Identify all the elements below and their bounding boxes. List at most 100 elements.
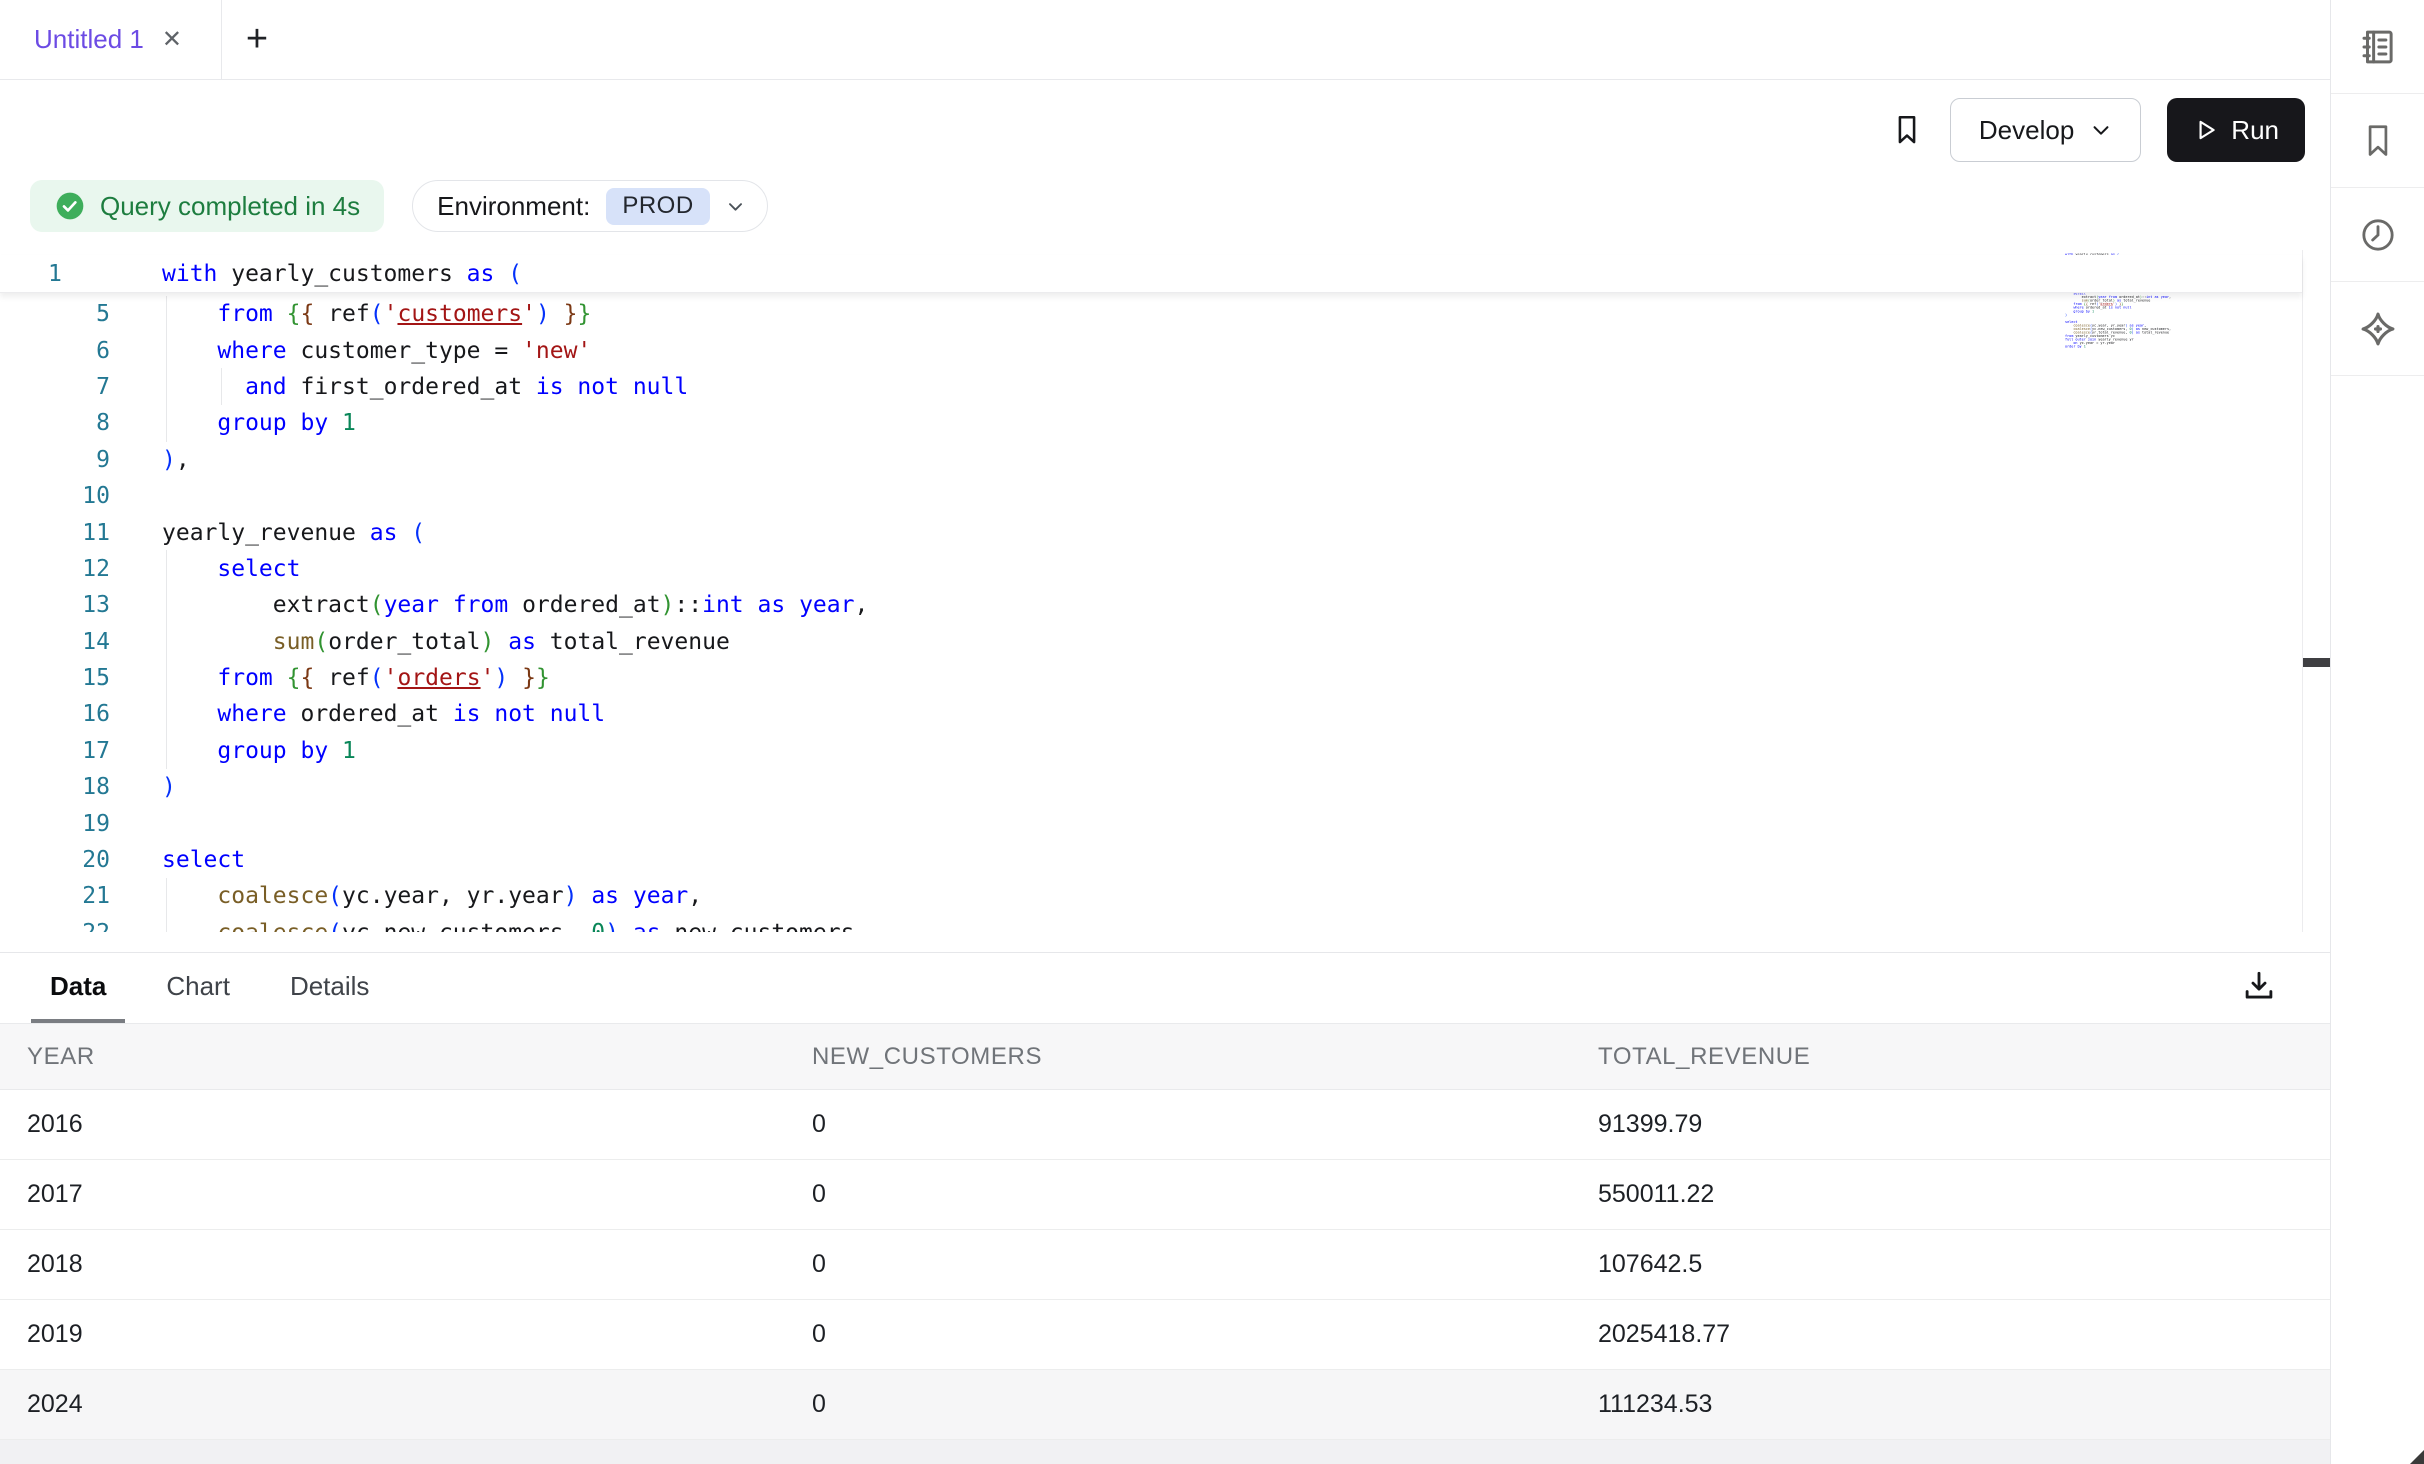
line-number: 15 [0, 665, 110, 691]
code-line[interactable]: 19 [0, 805, 2330, 841]
line-number: 20 [0, 847, 110, 873]
table-row: 20170550011.22 [0, 1160, 2330, 1230]
line-number: 9 [0, 447, 110, 473]
editor-scrollbar-track[interactable] [2302, 250, 2330, 932]
history-icon [2358, 215, 2398, 255]
table-row: 20180107642.5 [0, 1230, 2330, 1300]
code-line[interactable]: 18) [0, 769, 2330, 805]
results-table-body: 2016091399.7920170550011.2220180107642.5… [0, 1090, 2330, 1440]
table-cell: 2018 [0, 1250, 785, 1279]
line-number: 18 [0, 774, 110, 800]
code-line[interactable]: 11yearly_revenue as ( [0, 514, 2330, 550]
environment-select[interactable]: Environment: PROD [412, 180, 768, 232]
line-number: 5 [0, 301, 110, 327]
rail-bookmark-button[interactable] [2331, 94, 2424, 188]
line-number: 7 [0, 374, 110, 400]
table-cell: 2017 [0, 1180, 785, 1209]
column-header: NEW_CUSTOMERS [785, 1043, 1571, 1071]
code-line[interactable]: 8 group by 1 [0, 405, 2330, 441]
chevron-down-icon [726, 197, 745, 216]
rail-spacer [2331, 376, 2424, 1464]
code-line[interactable]: 14 sum(order_total) as total_revenue [0, 624, 2330, 660]
line-number: 6 [0, 338, 110, 364]
rail-history-button[interactable] [2331, 188, 2424, 282]
download-results-button[interactable] [2240, 967, 2278, 1005]
check-circle-icon [54, 190, 86, 222]
query-status-badge: Query completed in 4s [30, 180, 384, 232]
code-line[interactable]: 9), [0, 442, 2330, 478]
table-cell: 2024 [0, 1390, 785, 1419]
line-number: 16 [0, 701, 110, 727]
indent-guide [166, 550, 167, 769]
bookmark-button[interactable] [1890, 113, 1924, 147]
tab-data[interactable]: Data [31, 953, 125, 1023]
table-cell: 0 [785, 1320, 1571, 1349]
indent-guide [166, 296, 167, 442]
run-label: Run [2231, 115, 2279, 146]
code-line[interactable]: 21 coalesce(yc.year, yr.year) as year, [0, 878, 2330, 914]
table-row: 20240111234.53 [0, 1370, 2330, 1440]
line-number: 22 [0, 920, 110, 932]
table-cell: 0 [785, 1250, 1571, 1279]
rail-notebook-button[interactable] [2331, 0, 2424, 94]
run-button[interactable]: Run [2167, 98, 2305, 162]
code-line[interactable]: 13 extract(year from ordered_at)::int as… [0, 587, 2330, 623]
bookmark-icon [1890, 113, 1924, 147]
table-cell: 107642.5 [1571, 1250, 2330, 1279]
code-line[interactable]: 5 from {{ ref('customers') }} [0, 296, 2330, 332]
tab-untitled-1[interactable]: Untitled 1 ✕ [0, 0, 222, 79]
code-line[interactable]: 12 select [0, 551, 2330, 587]
line-number: 1 [0, 261, 110, 287]
minimap[interactable]: with yearly_customers as ( select extrac… [2065, 253, 2215, 813]
table-cell: 2025418.77 [1571, 1320, 2330, 1349]
tab-chart[interactable]: Chart [147, 953, 249, 1023]
code-line[interactable]: 16 where ordered_at is not null [0, 696, 2330, 732]
close-icon[interactable]: ✕ [158, 24, 186, 56]
code-line[interactable]: 6 where customer_type = 'new' [0, 332, 2330, 368]
line-number: 13 [0, 592, 110, 618]
environment-label: Environment: [437, 191, 590, 222]
table-row: 2016091399.79 [0, 1090, 2330, 1160]
play-icon [2193, 117, 2219, 143]
code-line[interactable]: 10 [0, 478, 2330, 514]
table-cell: 550011.22 [1571, 1180, 2330, 1209]
rail-canvas-button[interactable] [2331, 282, 2424, 376]
table-row: 201902025418.77 [0, 1300, 2330, 1370]
sticky-scroll-line[interactable]: 1with yearly_customers as ( [0, 255, 2302, 293]
table-cell: 0 [785, 1110, 1571, 1139]
sql-ide-app: Untitled 1 ✕ + Develop [0, 0, 2424, 1464]
tab-data-label: Data [50, 971, 106, 1002]
code-line[interactable]: 20select [0, 842, 2330, 878]
horizontal-scrollbar-track[interactable] [0, 1440, 2330, 1464]
new-tab-button[interactable]: + [222, 0, 292, 79]
code-line[interactable]: 15 from {{ ref('orders') }} [0, 660, 2330, 696]
results-panel: Data Chart Details YEARNEW_CUSTOMERSTOTA… [0, 952, 2330, 1464]
sql-editor[interactable]: 5 from {{ ref('customers') }}6 where cus… [0, 250, 2330, 932]
column-header: YEAR [0, 1043, 785, 1071]
resize-grip[interactable] [2410, 1450, 2424, 1464]
develop-dropdown[interactable]: Develop [1950, 98, 2141, 162]
results-tab-bar: Data Chart Details [0, 953, 2330, 1024]
line-number: 14 [0, 629, 110, 655]
code-line[interactable]: 22 coalesce(yc.new_customers, 0) as new_… [0, 915, 2330, 932]
right-icon-rail [2330, 0, 2424, 1464]
tab-details-label: Details [290, 971, 369, 1002]
toolbar: Develop Run [0, 80, 2330, 180]
code-line[interactable]: 7 and first_ordered_at is not null [0, 369, 2330, 405]
table-cell: 2019 [0, 1320, 785, 1349]
line-number: 19 [0, 811, 110, 837]
table-cell: 0 [785, 1180, 1571, 1209]
table-cell: 2016 [0, 1110, 785, 1139]
code-area[interactable]: 5 from {{ ref('customers') }}6 where cus… [0, 296, 2330, 932]
table-cell: 111234.53 [1571, 1390, 2330, 1419]
editor-scrollbar-thumb[interactable] [2303, 658, 2330, 667]
code-line[interactable]: 17 group by 1 [0, 733, 2330, 769]
line-number: 12 [0, 556, 110, 582]
indent-guide [166, 878, 167, 932]
tab-details[interactable]: Details [271, 953, 388, 1023]
tab-strip: Untitled 1 ✕ + [0, 0, 2330, 80]
status-row: Query completed in 4s Environment: PROD [0, 180, 2330, 250]
line-number: 10 [0, 483, 110, 509]
tab-chart-label: Chart [166, 971, 230, 1002]
main-column: Untitled 1 ✕ + Develop [0, 0, 2330, 1464]
